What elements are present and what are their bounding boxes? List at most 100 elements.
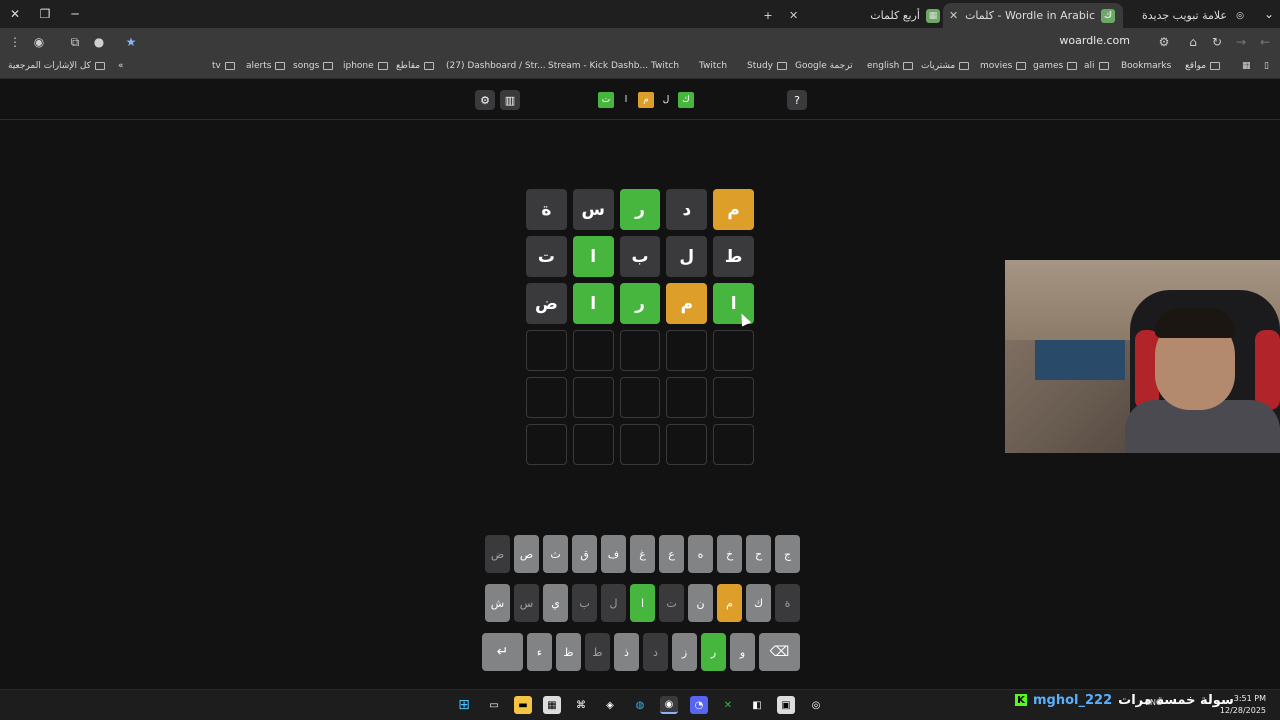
bookmark-bookmarks[interactable]: Bookmarks [1121,61,1171,71]
keyboard-key[interactable]: م [717,584,742,622]
bookmark-iphone[interactable]: iphone [343,61,388,71]
app-icon[interactable]: ◧ [748,696,766,714]
keyboard-key[interactable]: ص [514,535,539,573]
menu-icon[interactable]: ⋮ [6,33,24,51]
reload-icon[interactable]: ↻ [1208,33,1226,51]
bookmark-google-translate[interactable]: Google ترجمة [795,61,853,71]
extensions-icon[interactable]: ⧉ [66,33,84,51]
extension-icon[interactable]: ● [90,33,108,51]
keyboard-key[interactable]: ك [746,584,771,622]
bookmark-star-icon[interactable]: ★ [122,33,140,51]
keyboard-key[interactable]: ي [543,584,568,622]
keyboard-key[interactable]: ش [485,584,510,622]
bookmark-games[interactable]: games [1033,61,1078,71]
keyboard-key[interactable]: ء [527,633,552,671]
home-icon[interactable]: ⌂ [1184,33,1202,51]
task-view-icon[interactable]: ▭ [485,696,503,714]
keyboard-key[interactable]: د [643,633,668,671]
keyboard-key[interactable]: خ [717,535,742,573]
keyboard-key[interactable]: ن [688,584,713,622]
tab-new-tab[interactable]: ◎ علامة تبويب جديدة [1125,3,1255,28]
chevron-more-icon[interactable]: « [118,61,124,71]
bookmark-twitch-1[interactable]: Twitch [651,61,679,71]
close-tab-icon[interactable]: ✕ [789,9,798,22]
folder-icon [94,62,105,70]
keyboard-key[interactable]: س [514,584,539,622]
new-tab-button[interactable]: + [758,3,778,28]
keyboard-key[interactable]: ة [775,584,800,622]
file-explorer-icon[interactable]: ▬ [514,696,532,714]
board-tile: ة [526,189,567,230]
tab-arba-kalimat[interactable]: ▦ أربع كلمات ✕ [783,3,948,28]
board-row [526,424,754,465]
keyboard-key[interactable]: غ [630,535,655,573]
forward-icon[interactable]: → [1232,33,1250,51]
app-icon[interactable]: ▣ [777,696,795,714]
minimize-window-icon[interactable]: ─ [64,4,86,24]
keyboard-key[interactable]: ف [601,535,626,573]
address-bar[interactable]: woardle.com [1059,34,1130,47]
steam-icon[interactable]: ◈ [601,696,619,714]
bookmark-kick-dashboard[interactable]: Stream - Kick Dashb... [548,61,648,71]
board-tile: ض [526,283,567,324]
tab-wordle-arabic[interactable]: ك Wordle in Arabic - كلمات ✕ [943,3,1123,28]
xbox-icon[interactable]: ✕ [719,696,737,714]
keyboard-key[interactable]: ح [746,535,771,573]
bookmark-purchases[interactable]: مشتريات [921,61,970,71]
sidebar-icon[interactable]: ▯ [1264,61,1269,71]
obs-icon[interactable]: ◎ [807,696,825,714]
close-window-icon[interactable]: ✕ [4,4,26,24]
restore-window-icon[interactable]: ❐ [34,4,56,24]
keyboard-key[interactable]: ذ [614,633,639,671]
bookmark-alerts[interactable]: alerts [246,61,286,71]
bookmark-all[interactable]: كل الإشارات المرجعية [8,61,105,71]
terminal-icon[interactable]: ⌘ [572,696,590,714]
apps-grid-icon[interactable]: ▦ [1242,61,1251,71]
edge-icon[interactable]: ◍ [631,696,649,714]
keyboard-key[interactable]: ب [572,584,597,622]
discord-icon[interactable]: ◔ [690,696,708,714]
bookmark-songs[interactable]: songs [293,61,334,71]
keyboard-key[interactable]: ز [672,633,697,671]
close-tab-icon[interactable]: ✕ [949,9,958,22]
chrome-taskbar-icon[interactable]: ◉ [660,696,678,714]
keyboard-key[interactable]: ع [659,535,684,573]
bookmark-twitch-2[interactable]: Twitch [699,61,727,71]
folder-icon [323,62,334,70]
keyboard-key[interactable]: ج [775,535,800,573]
settings-button[interactable]: ⚙ [475,90,495,110]
bookmark-english[interactable]: english [867,61,914,71]
stats-button[interactable]: ▥ [500,90,520,110]
backspace-key[interactable]: ⌫ [759,633,800,671]
keyboard-key[interactable]: ض [485,535,510,573]
keyboard-key[interactable]: ه [688,535,713,573]
bookmark-clips[interactable]: مقاطع [396,61,435,71]
keyboard-key[interactable]: ل [601,584,626,622]
keyboard-key[interactable]: ظ [556,633,581,671]
keyboard-key[interactable]: ر [701,633,726,671]
profile-icon[interactable]: ◉ [30,33,48,51]
start-icon[interactable]: ⊞ [455,696,473,714]
keyboard-key[interactable]: ث [543,535,568,573]
enter-key[interactable]: ↵ [482,633,523,671]
keyboard-key[interactable]: ا [630,584,655,622]
bookmark-movies[interactable]: movies [980,61,1027,71]
bookmark-tv[interactable]: tv [212,61,235,71]
keyboard-key[interactable]: و [730,633,755,671]
logo-letter: ل [658,92,674,108]
help-button[interactable]: ? [787,90,807,110]
tab-search-icon[interactable]: ⌄ [1258,4,1280,24]
store-icon[interactable]: ▦ [543,696,561,714]
bookmark-dashboard[interactable]: (27) Dashboard / Str... [446,61,546,71]
keyboard-key[interactable]: ق [572,535,597,573]
back-icon[interactable]: ← [1256,33,1274,51]
bookmark-study[interactable]: Study [747,61,787,71]
keyboard-key[interactable]: ت [659,584,684,622]
site-settings-icon[interactable]: ⚙ [1155,33,1173,51]
bookmark-label: ali [1084,61,1095,71]
bookmark-ali[interactable]: ali [1084,61,1109,71]
logo-letter: م [638,92,654,108]
keyboard-key[interactable]: ط [585,633,610,671]
bookmark-sites[interactable]: مواقع [1185,61,1221,71]
bookmark-label: Twitch [651,61,680,71]
